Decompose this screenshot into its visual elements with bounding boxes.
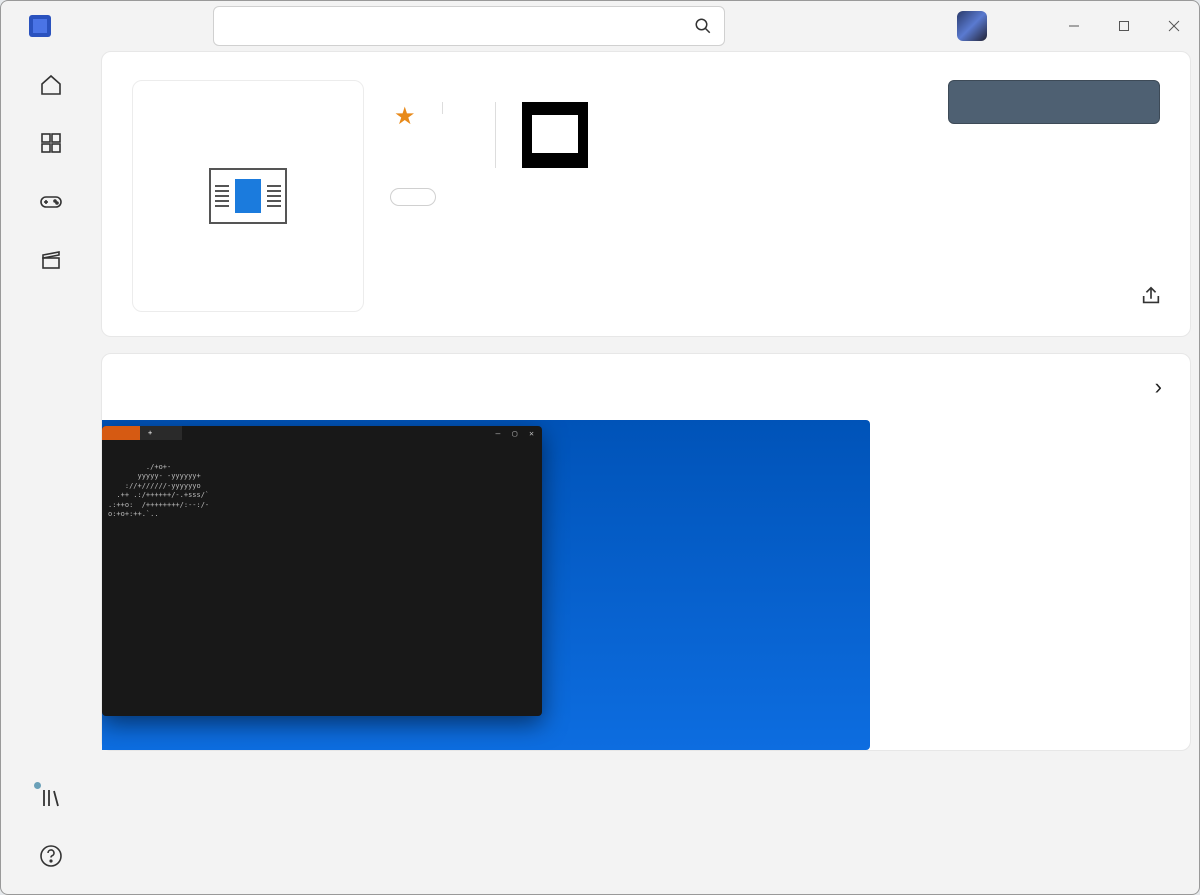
share-button[interactable]	[1140, 285, 1162, 312]
product-stats: ★	[390, 102, 922, 168]
product-hero-card: ★	[101, 51, 1191, 337]
screenshots-header[interactable]: ›	[102, 354, 1190, 420]
product-action-column	[948, 80, 1160, 312]
minimize-button[interactable]	[1049, 1, 1099, 51]
get-button[interactable]	[948, 80, 1160, 124]
search-box[interactable]	[213, 6, 725, 46]
wsl-icon	[209, 168, 287, 224]
app-window: ★	[0, 0, 1200, 895]
window-controls	[1049, 1, 1199, 51]
sidebar-item-help[interactable]	[39, 844, 63, 874]
terminal-ubuntu: +—▢✕ ./+o+- yyyyy- -yyyyyy+ ://+//////-y…	[102, 426, 542, 716]
sidebar-item-apps[interactable]	[39, 131, 63, 161]
screenshots-card: › +—▢✕ ./+o+- yyyyy- -yyyyyy+ ://+//////…	[101, 353, 1191, 751]
screenshot-1[interactable]: +—▢✕ ./+o+- yyyyy- -yyyyyy+ ://+//////-y…	[102, 420, 870, 750]
close-button[interactable]	[1149, 1, 1199, 51]
product-main: ★	[390, 80, 922, 312]
chevron-right-icon[interactable]: ›	[1155, 374, 1162, 400]
store-app-icon	[29, 15, 51, 37]
sidebar-item-home[interactable]	[39, 73, 63, 103]
body: ★	[1, 51, 1199, 895]
maximize-button[interactable]	[1099, 1, 1149, 51]
stat-age-rating	[495, 102, 602, 168]
titlebar	[1, 1, 1199, 51]
terminal-tab	[102, 426, 140, 440]
esrb-badge-icon	[522, 102, 588, 168]
titlebar-right	[957, 1, 1199, 51]
stat-rating: ★	[390, 102, 442, 143]
user-avatar[interactable]	[957, 11, 987, 41]
search-icon[interactable]	[694, 17, 712, 35]
product-icon	[132, 80, 364, 312]
sidebar-item-library[interactable]	[39, 786, 63, 816]
screenshots-strip[interactable]: +—▢✕ ./+o+- yyyyy- -yyyyyy+ ://+//////-y…	[102, 420, 1190, 750]
stat-ratings-count	[442, 102, 495, 114]
search-container	[213, 6, 725, 46]
search-input[interactable]	[226, 16, 694, 37]
sidebar-item-movies-tv[interactable]	[39, 247, 63, 277]
sidebar	[1, 51, 101, 895]
star-icon: ★	[394, 102, 416, 131]
notification-dot-icon	[34, 782, 41, 789]
esrb-letter	[532, 115, 578, 153]
content-scroll[interactable]: ★	[101, 51, 1199, 895]
category-tag[interactable]	[390, 188, 436, 206]
sidebar-item-gaming[interactable]	[39, 189, 63, 219]
